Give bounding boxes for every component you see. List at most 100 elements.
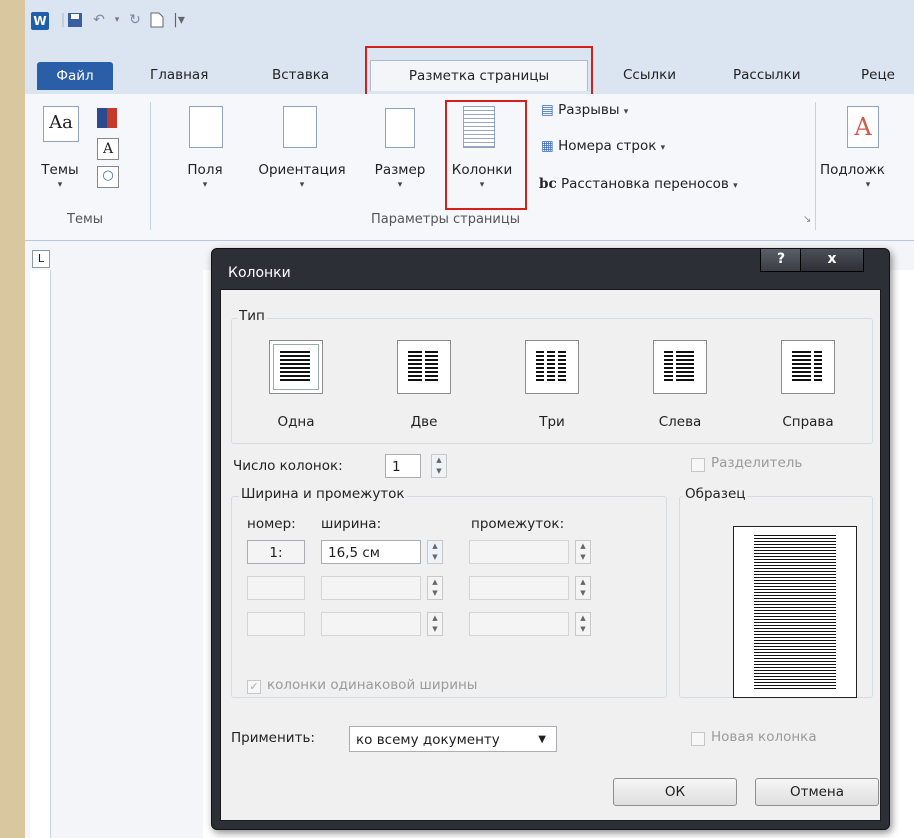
preset-left[interactable] (653, 340, 707, 394)
breaks-label: Разрывы (558, 102, 620, 118)
preset-two-label[interactable]: Две (389, 414, 459, 430)
margins-button[interactable]: Поля (180, 162, 230, 178)
close-button[interactable]: x (800, 249, 864, 272)
tab-insert[interactable]: Вставка (272, 60, 329, 90)
chevron-down-icon: ▾ (733, 181, 738, 191)
undo-icon[interactable]: ↶ (91, 12, 107, 28)
hyphenation-button[interactable]: bc Расстановка переносов ▾ (539, 176, 738, 192)
tab-home[interactable]: Главная (150, 60, 208, 90)
line-numbers-button[interactable]: ▦ Номера строк ▾ (541, 138, 665, 154)
ok-button[interactable]: ОК (613, 778, 737, 806)
customize-qat-icon[interactable]: |▾ (171, 12, 187, 28)
row1-spacing-input[interactable] (469, 540, 569, 564)
row1-spacing-stepper[interactable]: ▲ ▼ (575, 540, 591, 564)
equal-width-label: колонки одинаковой ширины (267, 677, 478, 693)
preset-right[interactable] (781, 340, 835, 394)
col-width-header: ширина: (321, 516, 382, 532)
tab-mailings[interactable]: Рассылки (733, 60, 800, 90)
new-column-checkbox[interactable] (691, 732, 705, 746)
apply-label: Применить: (231, 730, 315, 746)
row1-width-stepper[interactable]: ▲ ▼ (427, 540, 443, 564)
row2-width-stepper[interactable]: ▲ ▼ (427, 576, 443, 600)
redo-icon[interactable]: ↻ (127, 12, 143, 28)
chevron-down-icon: ▾ (202, 180, 208, 190)
line-numbers-icon: ▦ (541, 138, 554, 154)
preset-three-label[interactable]: Три (517, 414, 587, 430)
help-button[interactable]: ? (760, 249, 802, 272)
row2-number (247, 576, 305, 600)
preset-left-label[interactable]: Слева (645, 414, 715, 430)
preview-page (733, 526, 857, 698)
themes-button[interactable]: Темы (35, 162, 85, 178)
row2-spacing-stepper[interactable]: ▲ ▼ (575, 576, 591, 600)
num-columns-label: Число колонок: (233, 458, 343, 474)
line-numbers-label: Номера строк (558, 138, 657, 154)
row3-width-stepper[interactable]: ▲ ▼ (427, 612, 443, 636)
row3-width-input[interactable] (321, 612, 421, 636)
row2-spacing-input[interactable] (469, 576, 569, 600)
group-label-themes: Темы (67, 212, 104, 227)
new-document-icon[interactable] (149, 12, 165, 28)
cancel-button[interactable]: Отмена (755, 778, 879, 806)
chevron-down-icon: ▾ (865, 180, 871, 190)
watermark-icon[interactable]: A (847, 106, 879, 148)
margins-icon[interactable] (189, 106, 223, 148)
theme-effects-icon[interactable]: ○ (97, 166, 119, 188)
new-column-label: Новая колонка (711, 729, 817, 745)
quick-access-toolbar: W | ↶ ▾ ↻ |▾ (25, 0, 914, 50)
hyphenation-label: Расстановка переносов (560, 176, 729, 192)
num-columns-input[interactable]: 1 (385, 454, 421, 478)
save-icon[interactable] (67, 12, 83, 28)
group-label-page-setup: Параметры страницы (371, 212, 520, 227)
hyphenation-icon: bc (539, 176, 557, 192)
col-spacing-header: промежуток: (471, 516, 565, 532)
dialog-title: Колонки (228, 265, 291, 281)
chevron-down-icon[interactable]: ▾ (109, 12, 125, 28)
chevron-down-icon: ▾ (660, 143, 666, 153)
chevron-down-icon: ▾ (57, 180, 63, 190)
tab-file[interactable]: Файл (37, 62, 113, 90)
preset-right-label[interactable]: Справа (773, 414, 843, 430)
preset-one-label[interactable]: Одна (261, 414, 331, 430)
themes-icon[interactable]: Aa (43, 106, 79, 142)
group-separator (815, 102, 816, 230)
apply-select[interactable]: ко всему документу ▼ (349, 726, 557, 752)
row3-number (247, 612, 305, 636)
word-logo-icon: W (31, 12, 49, 30)
type-group-label: Тип (237, 308, 267, 324)
separator-label: Разделитель (711, 455, 803, 471)
preset-one[interactable] (269, 340, 323, 394)
chevron-down-icon: ▾ (397, 180, 403, 190)
watermark-button[interactable]: Подложк (820, 162, 914, 178)
highlight-box-columns (445, 100, 527, 210)
size-button[interactable]: Размер (370, 162, 430, 178)
breaks-button[interactable]: ▤ Разрывы ▾ (541, 102, 628, 118)
tab-review[interactable]: Реце (861, 60, 895, 90)
chevron-down-icon: ▾ (299, 180, 305, 190)
row1-number: 1: (247, 540, 305, 564)
size-icon[interactable] (385, 108, 415, 148)
orientation-button[interactable]: Ориентация (247, 162, 357, 178)
num-columns-stepper[interactable]: ▲ ▼ (431, 454, 447, 478)
dialog-launcher-icon[interactable]: ↘ (803, 214, 811, 225)
separator-checkbox[interactable] (691, 458, 705, 472)
row1-width-input[interactable]: 16,5 см (321, 540, 421, 564)
word-window: W | ↶ ▾ ↻ |▾ Файл Главная Вставка Размет… (25, 0, 914, 838)
tab-references[interactable]: Ссылки (623, 60, 676, 90)
row3-spacing-input[interactable] (469, 612, 569, 636)
chevron-down-icon: ▾ (623, 107, 629, 117)
row3-spacing-stepper[interactable]: ▲ ▼ (575, 612, 591, 636)
chevron-down-icon: ▼ (538, 734, 546, 745)
apply-select-value: ко всему документу (356, 732, 500, 748)
orientation-icon[interactable] (283, 106, 317, 148)
theme-fonts-icon[interactable]: A (97, 138, 119, 160)
preset-three[interactable] (525, 340, 579, 394)
preview-label: Образец (683, 486, 748, 502)
equal-width-checkbox[interactable]: ✓ (247, 680, 261, 694)
tab-stop-selector[interactable]: L (32, 250, 50, 268)
preset-two[interactable] (397, 340, 451, 394)
row2-width-input[interactable] (321, 576, 421, 600)
theme-colors-icon[interactable] (97, 108, 117, 128)
group-separator (150, 102, 151, 230)
breaks-icon: ▤ (541, 102, 554, 118)
